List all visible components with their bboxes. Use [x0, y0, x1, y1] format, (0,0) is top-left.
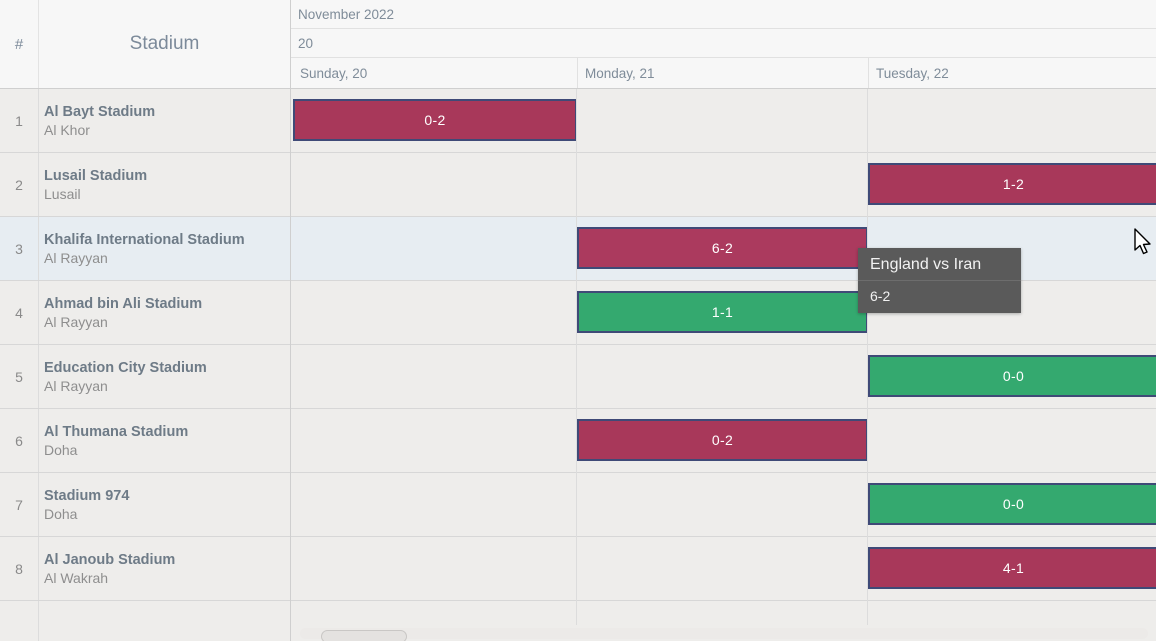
- match-bar[interactable]: 0-2: [293, 99, 577, 141]
- resource-row-info: Al Thumana Stadium Doha: [39, 409, 290, 472]
- resource-row-number: 7: [0, 473, 39, 536]
- resource-row-info: Al Janoub Stadium Al Wakrah: [39, 537, 290, 600]
- gantt-chart: # Stadium 1 Al Bayt Stadium Al Khor 2 Lusail…: [0, 0, 1156, 641]
- stadium-name: Al Thumana Stadium: [44, 423, 189, 440]
- resource-row-info: Ahmad bin Ali Stadium Al Rayyan: [39, 281, 290, 344]
- scrollbar-thumb[interactable]: [321, 630, 407, 641]
- day-header-3[interactable]: Tuesday, 22: [868, 58, 1156, 88]
- match-bar[interactable]: 4-1: [868, 547, 1156, 589]
- timeline-header-month: November 2022: [291, 0, 1156, 29]
- day-header-1[interactable]: Sunday, 20: [293, 58, 577, 88]
- stadium-name: Stadium 974: [44, 487, 130, 504]
- horizontal-scrollbar[interactable]: [292, 625, 1156, 641]
- bar-tooltip: England vs Iran 6-2: [858, 248, 1021, 313]
- resource-row-number: 1: [0, 89, 39, 152]
- resource-grid: # Stadium 1 Al Bayt Stadium Al Khor 2 Lusail…: [0, 0, 291, 641]
- timeline-rows: 0-2 1-2 6-2 1-1 0-0 0-2 0-0 4-1: [291, 89, 1156, 641]
- resource-row[interactable]: 4 Ahmad bin Ali Stadium Al Rayyan: [0, 281, 290, 345]
- column-divider-monday: [576, 89, 577, 641]
- stadium-city: Al Rayyan: [44, 313, 108, 330]
- match-bar[interactable]: 0-0: [868, 483, 1156, 525]
- resource-row[interactable]: 3 Khalifa International Stadium Al Rayyan: [0, 217, 290, 281]
- timeline-header: November 2022 20 Sunday, 20 Monday, 21 Tue…: [291, 0, 1156, 89]
- stadium-name: Al Bayt Stadium: [44, 103, 156, 120]
- stadium-name: Lusail Stadium: [44, 167, 148, 184]
- stadium-city: Doha: [44, 441, 78, 458]
- match-bar[interactable]: 1-2: [868, 163, 1156, 205]
- resource-row[interactable]: 6 Al Thumana Stadium Doha: [0, 409, 290, 473]
- resource-row-info: Stadium 974 Doha: [39, 473, 290, 536]
- stadium-name: Education City Stadium: [44, 359, 207, 376]
- column-divider-tuesday: [867, 89, 868, 641]
- match-bar[interactable]: 6-2: [577, 227, 868, 269]
- column-header-stadium[interactable]: Stadium: [39, 0, 290, 88]
- resource-row-number: 2: [0, 153, 39, 216]
- resource-row-number: 5: [0, 345, 39, 408]
- resource-row-info: Al Bayt Stadium Al Khor: [39, 89, 290, 152]
- stadium-city: Al Rayyan: [44, 249, 108, 266]
- column-header-number[interactable]: #: [0, 0, 39, 88]
- stadium-city: Al Rayyan: [44, 377, 108, 394]
- resource-row[interactable]: 1 Al Bayt Stadium Al Khor: [0, 89, 290, 153]
- resource-row[interactable]: 2 Lusail Stadium Lusail: [0, 153, 290, 217]
- timeline-header-week: 20: [291, 29, 1156, 58]
- stadium-city: Al Wakrah: [44, 569, 109, 586]
- resource-row[interactable]: 8 Al Janoub Stadium Al Wakrah: [0, 537, 290, 601]
- tooltip-title: England vs Iran: [858, 248, 1021, 281]
- stadium-city: Al Khor: [44, 121, 90, 138]
- tooltip-score: 6-2: [870, 288, 891, 304]
- resource-row[interactable]: 7 Stadium 974 Doha: [0, 473, 290, 537]
- day-header-2[interactable]: Monday, 21: [577, 58, 868, 88]
- stadium-city: Doha: [44, 505, 78, 522]
- match-bar[interactable]: 1-1: [577, 291, 868, 333]
- month-label: November 2022: [298, 6, 395, 22]
- resource-row[interactable]: 5 Education City Stadium Al Rayyan: [0, 345, 290, 409]
- resource-row-number: 3: [0, 217, 39, 280]
- resource-row-number-empty: [0, 601, 39, 641]
- stadium-name: Ahmad bin Ali Stadium: [44, 295, 203, 312]
- stadium-city: Lusail: [44, 185, 81, 202]
- stadium-name: Khalifa International Stadium: [44, 231, 245, 248]
- resource-row-info: Khalifa International Stadium Al Rayyan: [39, 217, 290, 280]
- match-bar[interactable]: 0-0: [868, 355, 1156, 397]
- resource-row-info: Education City Stadium Al Rayyan: [39, 345, 290, 408]
- stadium-name: Al Janoub Stadium: [44, 551, 176, 568]
- resource-row-number: 8: [0, 537, 39, 600]
- resource-row-info-empty: [39, 601, 290, 641]
- resource-row-number: 4: [0, 281, 39, 344]
- resource-rows: 1 Al Bayt Stadium Al Khor 2 Lusail Stadium Lu…: [0, 89, 290, 641]
- resource-row-empty: [0, 601, 290, 641]
- match-bar[interactable]: 0-2: [577, 419, 868, 461]
- resource-row-info: Lusail Stadium Lusail: [39, 153, 290, 216]
- resource-grid-header: # Stadium: [0, 0, 290, 89]
- scrollbar-track[interactable]: [300, 628, 1148, 641]
- week-label: 20: [298, 35, 314, 51]
- resource-row-number: 6: [0, 409, 39, 472]
- timeline-pane: November 2022 20 Sunday, 20 Monday, 21 Tue…: [291, 0, 1156, 641]
- timeline-header-days: Sunday, 20 Monday, 21 Tuesday, 22: [291, 58, 1156, 88]
